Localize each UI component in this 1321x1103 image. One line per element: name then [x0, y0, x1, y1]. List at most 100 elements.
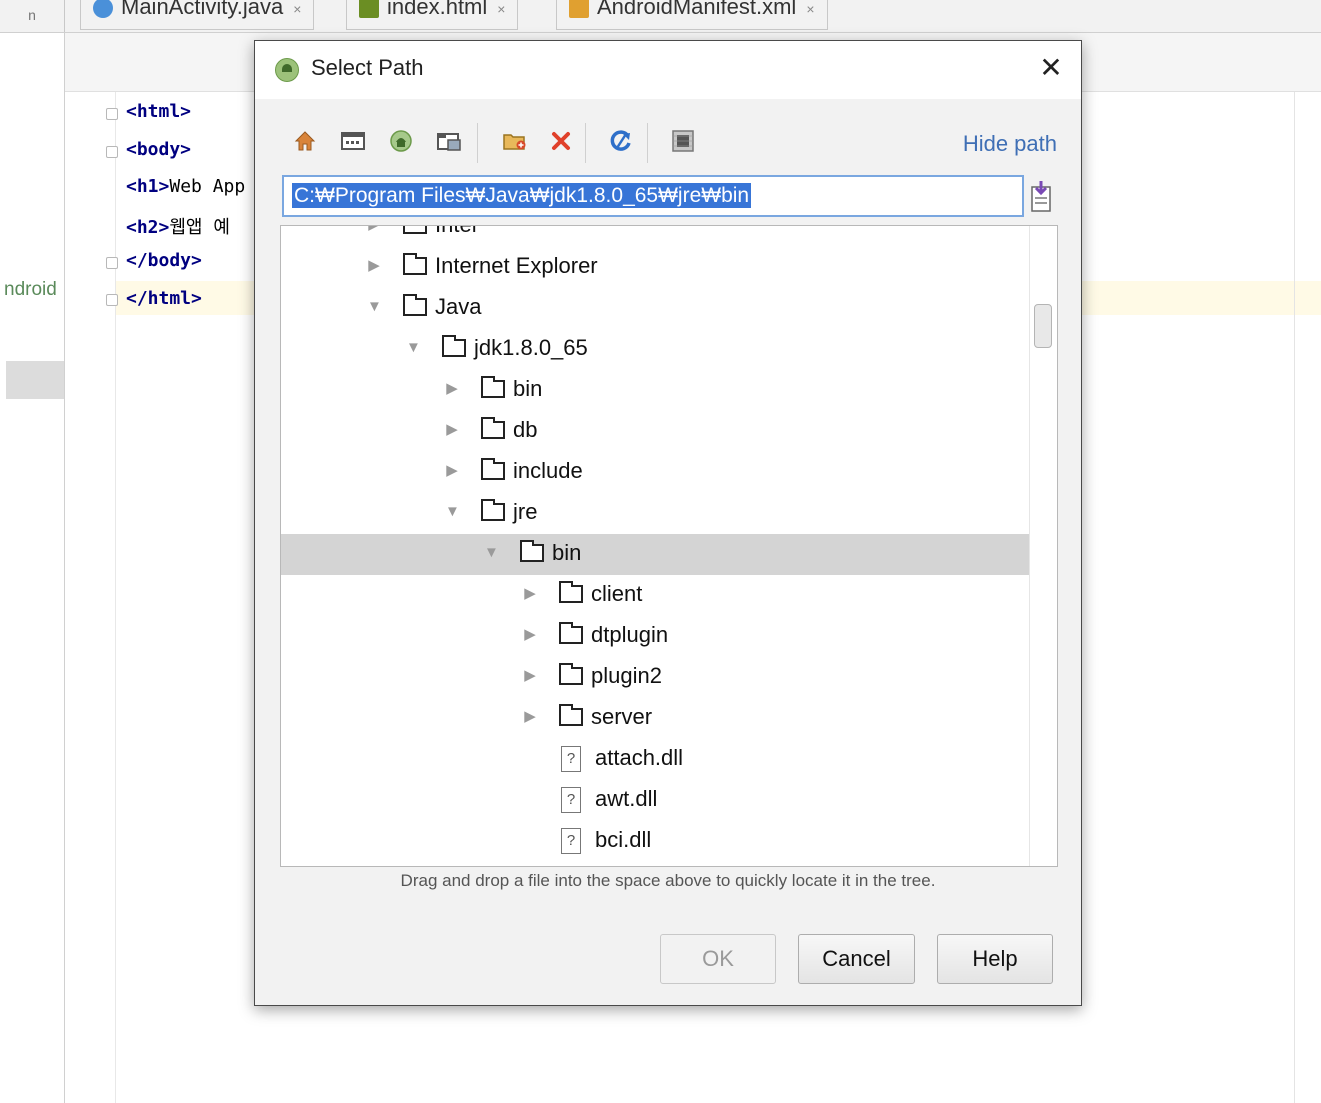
expand-arrow-down-icon[interactable]: ▼ — [445, 504, 460, 519]
dialog-title-bar[interactable]: Select Path ✕ — [255, 41, 1081, 99]
code-line[interactable]: </body> — [126, 250, 202, 271]
tree-file-row[interactable]: ? attach.dll — [281, 739, 1031, 780]
tree-folder-row[interactable]: ▼ jre — [281, 493, 1031, 534]
file-tree[interactable]: ▶ Intel ▶ Internet Explorer ▼ Java ▼ jdk1.8.0_6… — [280, 225, 1058, 867]
tree-folder-row[interactable]: ▶ Internet Explorer — [281, 247, 1031, 288]
fold-marker-icon[interactable] — [106, 257, 118, 269]
tree-folder-row[interactable]: ▶ plugin2 — [281, 657, 1031, 698]
code-line[interactable]: </html> — [126, 288, 202, 309]
tree-item-label: db — [513, 417, 538, 442]
tree-folder-row[interactable]: ▶ client — [281, 575, 1031, 616]
tree-item-label: awt.dll — [595, 786, 658, 811]
tree-item-label: bin — [513, 376, 543, 401]
tree-item-label: server — [591, 704, 653, 729]
hide-path-link[interactable]: Hide path — [963, 131, 1057, 157]
code-text: Web App — [169, 176, 246, 197]
expand-arrow-right-icon[interactable]: ▶ — [523, 627, 537, 642]
desktop-icon[interactable] — [339, 127, 367, 155]
tree-item-label: Intel — [435, 226, 477, 238]
new-folder-icon[interactable] — [501, 127, 529, 155]
expand-arrow-right-icon[interactable]: ▶ — [523, 709, 537, 724]
unknown-file-icon: ? — [561, 787, 581, 813]
expand-arrow-right-icon[interactable]: ▶ — [367, 226, 381, 232]
help-button[interactable]: Help — [937, 934, 1053, 984]
tab-close-icon[interactable]: × — [293, 1, 301, 17]
folder-icon — [442, 335, 466, 357]
ok-button[interactable]: OK — [660, 934, 776, 984]
tab-index-html[interactable]: index.html × — [346, 0, 519, 30]
show-hidden-icon[interactable] — [669, 127, 697, 155]
html-file-icon — [359, 0, 379, 19]
java-class-icon — [93, 0, 113, 19]
tab-close-icon[interactable]: × — [497, 1, 505, 17]
toolbar-separator — [647, 123, 648, 163]
refresh-icon[interactable] — [607, 127, 635, 155]
code-line[interactable]: <body> — [126, 139, 191, 160]
tree-item-label: attach.dll — [595, 745, 684, 770]
expand-arrow-down-icon[interactable]: ▼ — [367, 299, 382, 314]
code-line[interactable]: <h1>Web App — [126, 176, 245, 197]
code-tag: </body> — [126, 250, 202, 271]
expand-arrow-right-icon[interactable]: ▶ — [445, 422, 459, 437]
tree-file-row[interactable]: ? awt.dll — [281, 780, 1031, 821]
expand-arrow-right-icon[interactable]: ▶ — [445, 381, 459, 396]
tree-folder-row[interactable]: ▼ Java — [281, 288, 1031, 329]
home-icon[interactable] — [291, 127, 319, 155]
tree-folder-row[interactable]: ▶ dtplugin — [281, 616, 1031, 657]
tree-folder-row[interactable]: ▼ jdk1.8.0_65 — [281, 329, 1031, 370]
project-tool-strip: ndroid — [0, 33, 65, 1103]
fold-marker-icon[interactable] — [106, 294, 118, 306]
tree-scrollbar[interactable] — [1029, 226, 1057, 866]
tree-item-label: jre — [513, 499, 538, 524]
xml-file-icon — [569, 0, 589, 19]
module-icon[interactable] — [435, 127, 463, 155]
tab-mainactivity[interactable]: MainActivity.java × — [80, 0, 315, 30]
delete-icon[interactable] — [547, 127, 575, 155]
file-chooser-toolbar — [281, 119, 801, 169]
expand-arrow-right-icon[interactable]: ▶ — [523, 586, 537, 601]
tree-folder-row[interactable]: ▶ include — [281, 452, 1031, 493]
tree-folder-row[interactable]: ▶ Intel — [281, 226, 1031, 247]
tree-scrollbar-thumb[interactable] — [1034, 304, 1052, 348]
path-history-icon[interactable] — [1029, 179, 1053, 213]
code-line[interactable]: <h2>웹앱 예 — [126, 213, 230, 239]
tab-label: index.html — [387, 0, 488, 19]
fold-marker-icon[interactable] — [106, 108, 118, 120]
folder-icon — [520, 540, 544, 562]
tab-close-icon[interactable]: × — [806, 1, 814, 17]
cancel-button[interactable]: Cancel — [798, 934, 915, 984]
tree-folder-row[interactable]: ▶ db — [281, 411, 1031, 452]
folder-icon — [481, 499, 505, 521]
expand-arrow-down-icon[interactable]: ▼ — [406, 340, 421, 355]
tree-folder-row[interactable]: ▶ server — [281, 698, 1031, 739]
code-line[interactable]: <html> — [126, 101, 191, 122]
tree-file-row[interactable]: ? bci.dll — [281, 821, 1031, 862]
folder-icon — [403, 253, 427, 275]
folder-icon — [481, 376, 505, 398]
code-tag: <h2> — [126, 217, 170, 238]
dialog-title: Select Path — [311, 55, 424, 80]
folder-icon — [559, 581, 583, 603]
code-tag: <html> — [126, 101, 192, 122]
code-tag: </html> — [126, 288, 202, 309]
project-icon[interactable] — [387, 127, 415, 155]
tree-folder-row[interactable]: ▼ bin — [281, 534, 1031, 575]
code-tag: <body> — [126, 139, 192, 160]
folder-icon — [559, 663, 583, 685]
tree-item-label: include — [513, 458, 583, 483]
expand-arrow-right-icon[interactable]: ▶ — [445, 463, 459, 478]
tree-folder-row[interactable]: ▶ bin — [281, 370, 1031, 411]
expand-arrow-right-icon[interactable]: ▶ — [367, 258, 381, 273]
expand-arrow-right-icon[interactable]: ▶ — [523, 668, 537, 683]
unknown-file-icon: ? — [561, 746, 581, 772]
line-gutter — [65, 92, 116, 1103]
expand-arrow-down-icon[interactable]: ▼ — [484, 545, 499, 560]
tab-android-manifest[interactable]: AndroidManifest.xml × — [556, 0, 828, 30]
toolbar-separator — [585, 123, 586, 163]
folder-icon — [403, 226, 427, 234]
close-icon[interactable]: ✕ — [1037, 53, 1065, 83]
path-input[interactable]: C:₩Program Files₩Java₩jdk1.8.0_65₩jre₩bi… — [282, 175, 1024, 217]
code-text: 웹앱 예 — [169, 217, 230, 238]
path-input-selected-text: C:₩Program Files₩Java₩jdk1.8.0_65₩jre₩bi… — [292, 183, 752, 208]
fold-marker-icon[interactable] — [106, 146, 118, 158]
